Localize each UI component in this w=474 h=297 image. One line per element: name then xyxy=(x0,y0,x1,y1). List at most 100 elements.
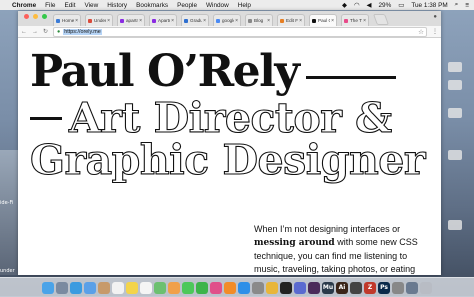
browser-tab[interactable]: Apartm× xyxy=(149,14,177,26)
url-text[interactable]: https://orely.me xyxy=(63,28,102,35)
menu-help[interactable]: Help xyxy=(238,2,251,9)
bio-emphasis: messing around xyxy=(254,238,335,248)
minimize-window-button[interactable] xyxy=(33,13,38,19)
browser-tab[interactable]: Gradua× xyxy=(181,14,209,26)
bio-paragraph: When I’m not designing interfaces or mes… xyxy=(254,223,434,275)
chrome-icon[interactable] xyxy=(266,281,278,294)
zoom-window-button[interactable] xyxy=(42,13,47,19)
browser-tab[interactable]: apartm× xyxy=(117,14,145,26)
hero-title-line2: Graphic Designer xyxy=(29,136,426,184)
tab-favicon-icon xyxy=(120,18,124,23)
chrome-menu-icon[interactable]: ⋮ xyxy=(432,28,438,35)
forward-icon[interactable]: → xyxy=(32,29,38,35)
desktop-file-icon[interactable] xyxy=(448,80,462,90)
desktop-file-label[interactable]: under xyxy=(0,268,15,274)
browser-toolbar: ← → ↻ ● https://orely.me ☆ ⋮ xyxy=(18,26,441,38)
desktop-file-label[interactable]: ide-Fi xyxy=(0,200,13,206)
bio-text-start: When I’m not designing interfaces or xyxy=(254,224,401,234)
menu-people[interactable]: People xyxy=(177,2,197,9)
trash-icon[interactable] xyxy=(420,281,432,294)
notes-icon[interactable] xyxy=(126,281,138,294)
mail-icon[interactable] xyxy=(84,281,96,294)
title-rule xyxy=(30,117,62,120)
menu-file[interactable]: File xyxy=(45,2,55,9)
launchpad-icon[interactable] xyxy=(56,281,68,294)
tab-favicon-icon xyxy=(344,18,348,23)
tab-close-icon[interactable]: × xyxy=(331,18,334,24)
bookmark-star-icon[interactable]: ☆ xyxy=(418,28,424,36)
tab-close-icon[interactable]: × xyxy=(75,18,78,24)
tab-favicon-icon xyxy=(88,18,92,23)
menu-list-icon[interactable]: ≡ xyxy=(465,2,469,9)
close-window-button[interactable] xyxy=(24,13,29,19)
desktop-file-icon[interactable] xyxy=(448,108,462,118)
reminders-icon[interactable] xyxy=(140,281,152,294)
search-icon[interactable]: ⌕ xyxy=(455,1,459,9)
tab-close-icon[interactable]: × xyxy=(139,18,142,24)
calendar-icon[interactable] xyxy=(112,281,124,294)
desktop-file-icon[interactable] xyxy=(448,150,462,160)
tab-close-icon[interactable]: × xyxy=(235,18,238,24)
battery-icon[interactable]: ▭ xyxy=(398,1,404,9)
menu-bookmarks[interactable]: Bookmarks xyxy=(136,2,168,9)
preferences-icon[interactable] xyxy=(252,281,264,294)
app2-icon[interactable] xyxy=(350,281,362,294)
illustrator-icon[interactable]: Ai xyxy=(336,281,348,294)
browser-tab[interactable]: The T × xyxy=(341,14,369,26)
messages-icon[interactable] xyxy=(182,281,194,294)
contacts-icon[interactable] xyxy=(98,281,110,294)
tab-title: Paul O xyxy=(318,18,330,23)
menu-history[interactable]: History xyxy=(107,2,127,9)
maps-icon[interactable] xyxy=(154,281,166,294)
menu-chrome[interactable]: Chrome xyxy=(12,2,36,9)
tab-title: The T xyxy=(350,18,362,23)
address-bar[interactable]: ● https://orely.me ☆ xyxy=(53,26,427,37)
slack-icon[interactable] xyxy=(308,281,320,294)
tab-close-icon[interactable]: × xyxy=(107,18,110,24)
tab-favicon-icon xyxy=(280,18,284,23)
desktop-file-icon[interactable] xyxy=(448,62,462,72)
dropbox-icon[interactable]: ◆ xyxy=(342,1,347,9)
tab-close-icon[interactable]: × xyxy=(363,18,366,24)
tab-close-icon[interactable]: × xyxy=(171,18,174,24)
tab-close-icon[interactable]: × xyxy=(299,18,302,24)
menu-edit[interactable]: Edit xyxy=(64,2,75,9)
filezilla-icon[interactable]: Z xyxy=(364,281,376,294)
browser-tab[interactable]: google× xyxy=(213,14,241,26)
facetime-icon[interactable] xyxy=(196,281,208,294)
wifi-icon[interactable]: ◠ xyxy=(354,1,360,9)
muse-icon[interactable]: Mu xyxy=(322,281,334,294)
app3-icon[interactable] xyxy=(392,281,404,294)
browser-tab[interactable]: Home × xyxy=(53,14,81,26)
browser-tab[interactable]: Under × xyxy=(85,14,113,26)
menu-view[interactable]: View xyxy=(84,2,98,9)
tab-close-icon[interactable]: × xyxy=(267,18,270,24)
desktop-file-icon[interactable] xyxy=(448,220,462,230)
itunes-icon[interactable] xyxy=(210,281,222,294)
finder-icon[interactable] xyxy=(42,281,54,294)
tab-favicon-icon xyxy=(312,18,316,23)
safari-icon[interactable] xyxy=(70,281,82,294)
appstore-icon[interactable] xyxy=(238,281,250,294)
tab-close-icon[interactable]: × xyxy=(203,18,206,24)
new-tab-button[interactable] xyxy=(372,14,390,25)
ibooks-icon[interactable] xyxy=(224,281,236,294)
terminal-icon[interactable] xyxy=(280,281,292,294)
photos-icon[interactable] xyxy=(168,281,180,294)
clock[interactable]: Tue 1:38 PM xyxy=(411,2,447,9)
battery-percent[interactable]: 29% xyxy=(378,2,391,9)
downloads-icon[interactable] xyxy=(406,281,418,294)
volume-icon[interactable]: ◀ xyxy=(367,1,372,9)
menu-window[interactable]: Window xyxy=(206,2,229,9)
hero-name: Paul O’Rely xyxy=(30,46,300,97)
reload-icon[interactable]: ↻ xyxy=(43,28,48,35)
profile-icon[interactable]: ● xyxy=(433,14,437,20)
app-icon[interactable] xyxy=(294,281,306,294)
browser-tab[interactable]: Paul O× xyxy=(309,14,337,26)
chrome-window: Home× Under× apartm× Apartm× Gradua× google× B… xyxy=(18,11,441,275)
browser-tab[interactable]: Blog × xyxy=(245,14,273,26)
browser-tab[interactable]: Edit Fi × xyxy=(277,14,305,26)
back-icon[interactable]: ← xyxy=(21,29,27,35)
tab-favicon-icon xyxy=(56,18,60,23)
photoshop-icon[interactable]: Ps xyxy=(378,281,390,294)
